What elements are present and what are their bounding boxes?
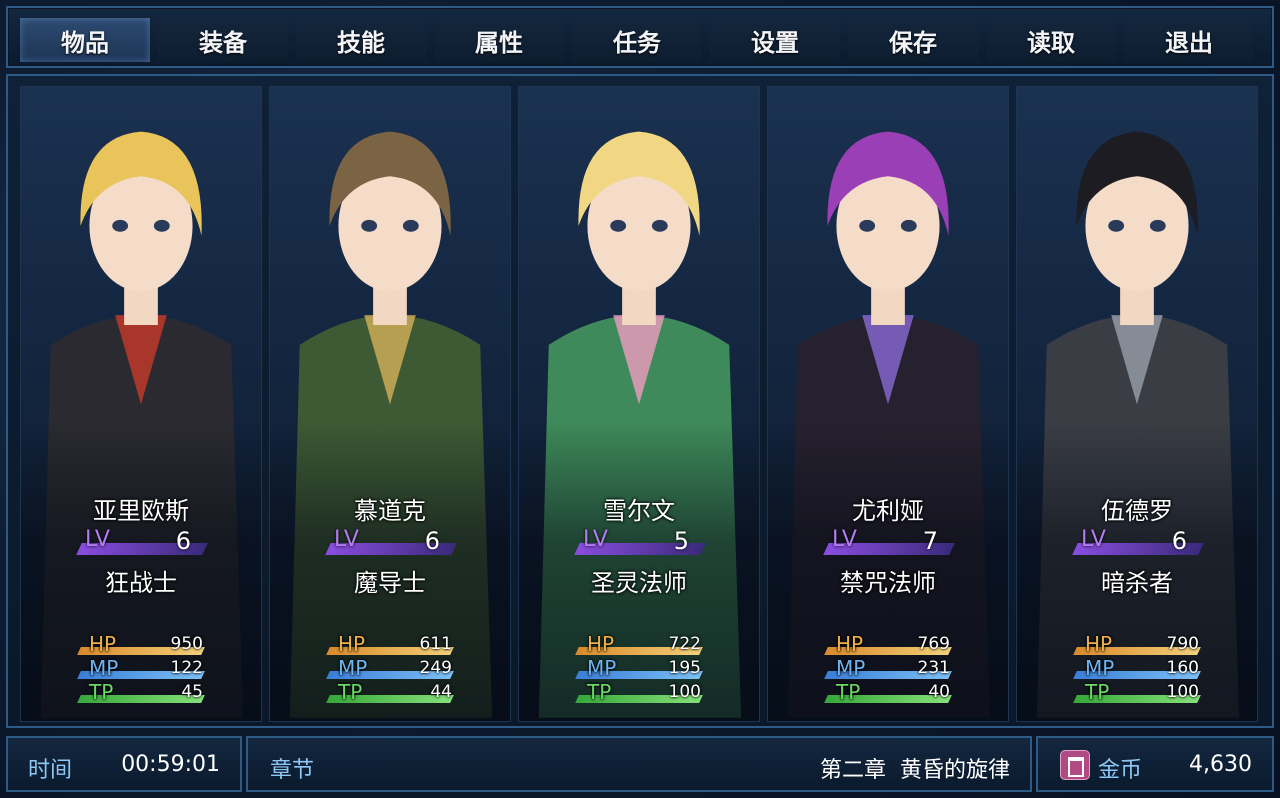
- tp-value: 100: [668, 682, 701, 702]
- level-value: 6: [1171, 527, 1187, 555]
- level-value: 7: [922, 527, 938, 555]
- mp-label: MP: [587, 656, 617, 680]
- tp-gauge: TP 40: [824, 680, 956, 705]
- hp-label: HP: [1085, 632, 1113, 656]
- menu-item-save[interactable]: 保存: [848, 18, 978, 62]
- mp-gauge: MP 160: [1073, 656, 1205, 681]
- menu-item-load[interactable]: 读取: [986, 18, 1116, 62]
- character-name: 伍德罗: [1101, 497, 1173, 525]
- hp-gauge: HP 722: [575, 632, 707, 657]
- playtime-box: 时间 00:59:01: [6, 736, 242, 792]
- level-label: LV: [85, 527, 110, 552]
- hp-gauge: HP 611: [326, 632, 458, 657]
- menu-item-status[interactable]: 属性: [434, 18, 564, 62]
- party-member-card[interactable]: 尤利娅 LV 7 禁咒法师 HP 769 MP 231 TP 40: [767, 86, 1009, 722]
- tp-gauge: TP 100: [1073, 680, 1205, 705]
- level-value: 6: [424, 527, 440, 555]
- character-class: 魔导士: [354, 569, 426, 597]
- tp-label: TP: [338, 680, 363, 704]
- tp-value: 40: [928, 682, 950, 702]
- tp-label: TP: [89, 680, 114, 704]
- party-member-card[interactable]: 伍德罗 LV 6 暗杀者 HP 790 MP 160 TP 100: [1016, 86, 1258, 722]
- level-label: LV: [583, 527, 608, 552]
- character-class: 暗杀者: [1101, 569, 1173, 597]
- chapter-value: 第二章 黄昏的旋律: [820, 758, 1010, 783]
- chapter-label: 章节: [270, 758, 315, 783]
- party-member-card[interactable]: 亚里欧斯 LV 6 狂战士 HP 950 MP 122 TP 45: [20, 86, 262, 722]
- mp-gauge: MP 231: [824, 656, 956, 681]
- tp-label: TP: [1085, 680, 1110, 704]
- tp-label: TP: [587, 680, 612, 704]
- level-label: LV: [334, 527, 359, 552]
- party-panel: 亚里欧斯 LV 6 狂战士 HP 950 MP 122 TP 45 慕道克 LV 6 魔导士 HP 611 MP…: [6, 74, 1274, 728]
- mp-gauge: MP 195: [575, 656, 707, 681]
- mp-label: MP: [836, 656, 866, 680]
- tp-gauge: TP 100: [575, 680, 707, 705]
- tp-gauge: TP 45: [77, 680, 209, 705]
- level-label: LV: [832, 527, 857, 552]
- character-class: 狂战士: [105, 569, 177, 597]
- level-value: 6: [175, 527, 191, 555]
- menu-item-skills[interactable]: 技能: [296, 18, 426, 62]
- mp-label: MP: [338, 656, 368, 680]
- menu-item-equip[interactable]: 装备: [158, 18, 288, 62]
- character-name: 慕道克: [354, 497, 426, 525]
- character-name: 雪尔文: [603, 497, 675, 525]
- menu-item-items[interactable]: 物品: [20, 18, 150, 62]
- gold-label: 金币: [1098, 758, 1143, 783]
- hp-label: HP: [338, 632, 366, 656]
- mp-label: MP: [1085, 656, 1115, 680]
- mp-value: 122: [170, 658, 203, 678]
- hp-label: HP: [89, 632, 117, 656]
- mp-gauge: MP 249: [326, 656, 458, 681]
- character-class: 禁咒法师: [840, 569, 936, 597]
- hp-value: 611: [419, 634, 452, 654]
- party-member-card[interactable]: 慕道克 LV 6 魔导士 HP 611 MP 249 TP 44: [269, 86, 511, 722]
- character-name: 尤利娅: [852, 497, 924, 525]
- chapter-box: 章节 第二章 黄昏的旋律: [246, 736, 1032, 792]
- level-value: 5: [673, 527, 689, 555]
- hp-gauge: HP 769: [824, 632, 956, 657]
- tp-value: 45: [181, 682, 203, 702]
- hp-gauge: HP 950: [77, 632, 209, 657]
- hp-value: 722: [668, 634, 701, 654]
- command-menu: 物品 装备 技能 属性 任务 设置 保存 读取 退出: [6, 6, 1274, 68]
- mp-value: 195: [668, 658, 701, 678]
- mp-value: 231: [917, 658, 950, 678]
- hp-label: HP: [587, 632, 615, 656]
- hp-value: 769: [917, 634, 950, 654]
- hp-value: 950: [170, 634, 203, 654]
- tp-value: 44: [430, 682, 452, 702]
- mp-value: 160: [1166, 658, 1199, 678]
- level-label: LV: [1081, 527, 1106, 552]
- menu-item-quests[interactable]: 任务: [572, 18, 702, 62]
- playtime-label: 时间: [28, 758, 73, 783]
- gold-box: 金币 4,630: [1036, 736, 1274, 792]
- menu-item-settings[interactable]: 设置: [710, 18, 840, 62]
- hp-label: HP: [836, 632, 864, 656]
- tp-label: TP: [836, 680, 861, 704]
- menu-item-exit[interactable]: 退出: [1124, 18, 1254, 62]
- mp-gauge: MP 122: [77, 656, 209, 681]
- party-member-card[interactable]: 雪尔文 LV 5 圣灵法师 HP 722 MP 195 TP 100: [518, 86, 760, 722]
- hp-value: 790: [1166, 634, 1199, 654]
- mp-value: 249: [419, 658, 452, 678]
- gold-icon: [1060, 750, 1090, 780]
- mp-label: MP: [89, 656, 119, 680]
- hp-gauge: HP 790: [1073, 632, 1205, 657]
- tp-value: 100: [1166, 682, 1199, 702]
- character-class: 圣灵法师: [591, 569, 687, 597]
- gold-value: 4,630: [1189, 752, 1252, 777]
- playtime-value: 00:59:01: [121, 752, 220, 777]
- character-name: 亚里欧斯: [93, 497, 189, 525]
- tp-gauge: TP 44: [326, 680, 458, 705]
